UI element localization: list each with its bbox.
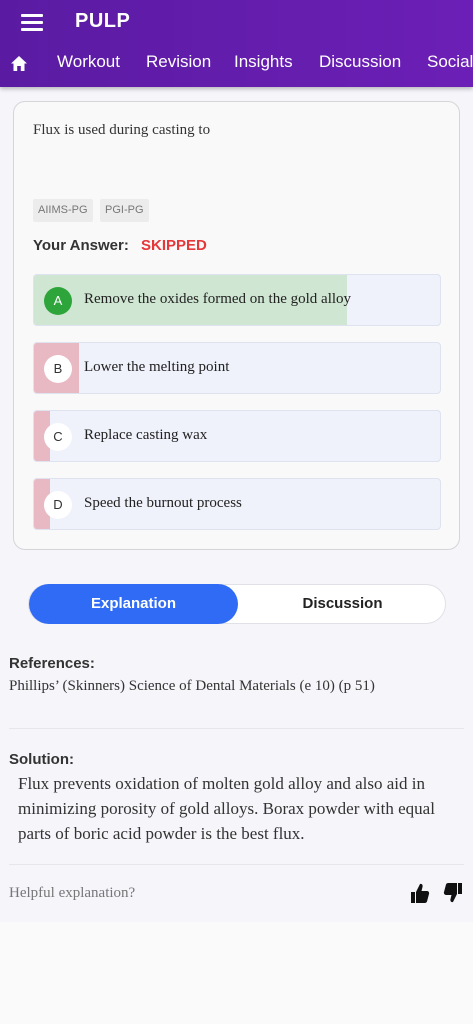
explanation-tab[interactable]: Explanation (29, 584, 238, 624)
question-text: Flux is used during casting to (33, 122, 211, 138)
references-heading: References: (9, 655, 95, 672)
tab-revision[interactable]: Revision (146, 52, 211, 72)
thumbs-down-icon[interactable] (443, 882, 463, 904)
option-letter: A (44, 287, 72, 315)
menu-icon[interactable] (21, 14, 43, 32)
tab-discussion[interactable]: Discussion (319, 52, 401, 72)
question-card: Flux is used during casting to AIIMS-PG … (13, 101, 460, 550)
option-text: Lower the melting point (84, 359, 230, 375)
tab-workout[interactable]: Workout (57, 52, 120, 72)
exam-tag: AIIMS-PG (33, 199, 93, 222)
divider (9, 728, 464, 729)
your-answer-label: Your Answer: (33, 237, 129, 254)
option-c[interactable]: C Replace casting wax (33, 410, 441, 462)
tab-insights[interactable]: Insights (234, 52, 293, 72)
solution-line: Flux prevents oxidation of molten gold a… (18, 774, 425, 793)
answer-status: SKIPPED (141, 237, 207, 254)
option-a[interactable]: A Remove the oxides formed on the gold a… (33, 274, 441, 326)
option-b[interactable]: B Lower the melting point (33, 342, 441, 394)
option-text: Remove the oxides formed on the gold all… (84, 291, 352, 307)
divider (9, 864, 464, 865)
app-bar: PULP Workout Revision Insights Discussio… (0, 0, 473, 87)
bottom-area (0, 922, 473, 1024)
option-text: Speed the burnout process (84, 495, 242, 511)
discussion-tab[interactable]: Discussion (238, 585, 447, 623)
option-text: Replace casting wax (84, 427, 208, 443)
references-text: Phillips’ (Skinners) Science of Dental M… (9, 678, 375, 694)
solution-line: parts of boric acid powder is the best f… (18, 824, 305, 843)
helpful-prompt: Helpful explanation? (9, 885, 136, 901)
option-letter: C (44, 423, 72, 451)
thumbs-up-icon[interactable] (410, 882, 430, 904)
option-d[interactable]: D Speed the burnout process (33, 478, 441, 530)
option-letter: D (44, 491, 72, 519)
app-title: PULP (75, 10, 131, 32)
option-letter: B (44, 355, 72, 383)
tab-social[interactable]: Social (427, 52, 473, 72)
exam-tag: PGI-PG (100, 199, 149, 222)
solution-heading: Solution: (9, 751, 74, 768)
home-icon[interactable] (10, 55, 28, 72)
explanation-discussion-toggle: Explanation Discussion (28, 584, 446, 624)
solution-line: minimizing porosity of gold alloys. Bora… (18, 799, 435, 818)
